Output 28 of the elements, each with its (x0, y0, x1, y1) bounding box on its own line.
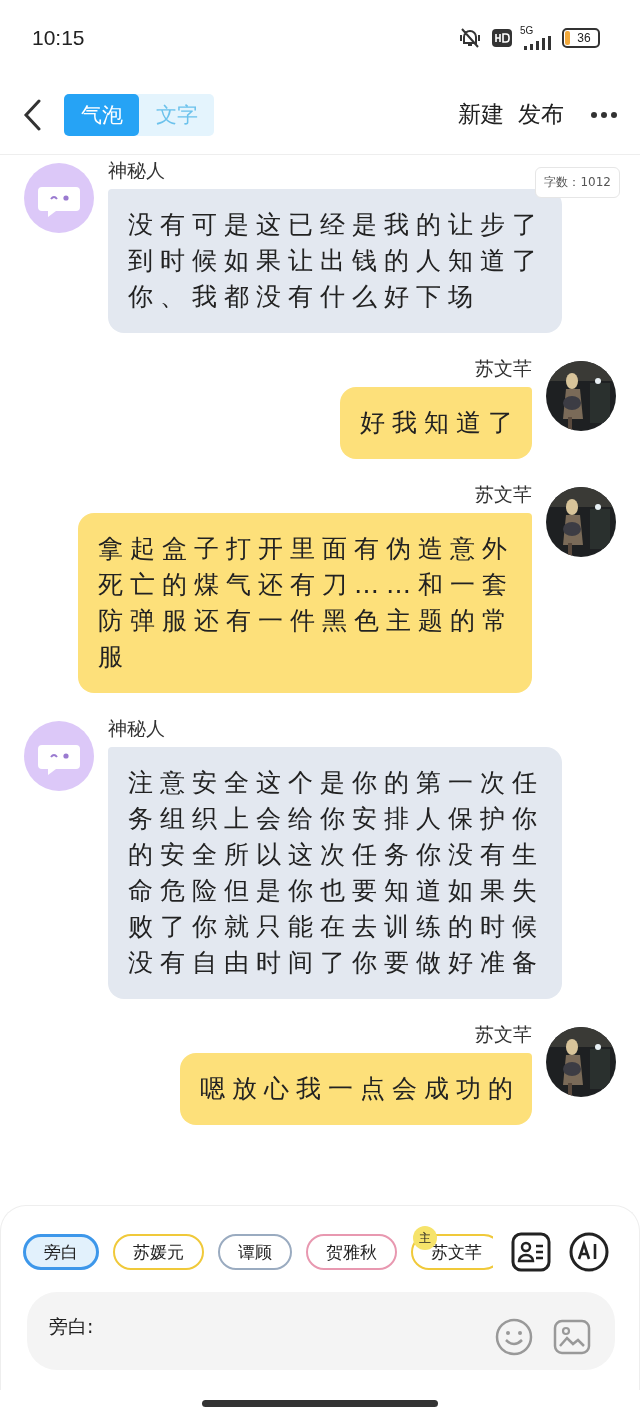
role-chip[interactable]: 苏媛元 (113, 1234, 204, 1270)
back-icon[interactable] (22, 98, 42, 131)
image-icon[interactable] (553, 1319, 591, 1355)
sender-name: 苏文芊 (475, 483, 532, 505)
network-label: 5G (520, 25, 534, 36)
message-bubble[interactable]: 拿起盒子打开里面有伪造意外死亡的煤气还有刀……和一套防弹服还有一件黑色主题的常服 (78, 513, 532, 693)
sender-name: 苏文芊 (475, 1023, 532, 1045)
message-bubble[interactable]: 没有可是这已经是我的让步了到时候如果让出钱的人知道了你、我都没有什么好下场 (108, 189, 562, 333)
message-bubble[interactable]: 注意安全这个是你的第一次任务组织上会给你安排人保护你的安全所以这次任务你没有生命危险但是你也要知道如果失败了你就只能在去训练的时候没有自由时间了你要做好准备 (108, 747, 562, 999)
status-time: 10:15 (32, 25, 85, 50)
role-chip[interactable]: 谭顾 (218, 1234, 292, 1270)
message-bubble[interactable]: 好我知道了 (340, 387, 532, 459)
message-bubble[interactable]: 嗯放心我一点会成功的 (180, 1053, 532, 1125)
battery-percent: 36 (577, 30, 591, 45)
header-action[interactable]: 新建 (458, 99, 504, 130)
more-icon[interactable] (590, 110, 618, 119)
contact-card-icon[interactable] (511, 1232, 551, 1272)
sender-name: 神秘人 (108, 159, 166, 181)
role-chip[interactable]: 贺雅秋 (306, 1234, 397, 1270)
sender-name: 神秘人 (108, 717, 166, 739)
ai-button[interactable] (569, 1232, 609, 1272)
role-chip[interactable]: 旁白 (23, 1234, 99, 1270)
hd-icon (492, 28, 512, 47)
header-action[interactable]: 发布 (518, 99, 564, 130)
battery-fill (565, 30, 570, 45)
emoji-icon[interactable] (495, 1318, 533, 1356)
word-count-badge: 字数：1012 (535, 167, 620, 198)
sender-name: 苏文芊 (475, 357, 532, 379)
